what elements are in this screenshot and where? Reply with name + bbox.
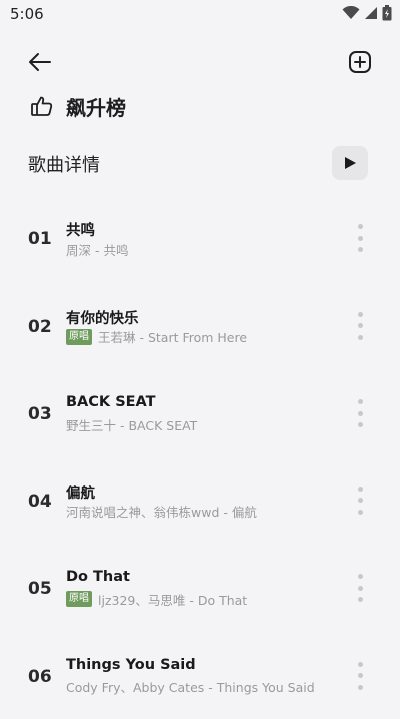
song-subtitle: 原唱 王若琳 - Start From Here [66,328,247,346]
song-row[interactable]: 03 BACK SEAT 野生三十 - BACK SEAT [0,369,400,457]
song-artist-album: 野生三十 - BACK SEAT [66,415,197,434]
song-row[interactable]: 02 有你的快乐 原唱 王若琳 - Start From Here [0,282,400,370]
song-subtitle: 野生三十 - BACK SEAT [66,415,197,433]
song-index: 02 [28,317,52,337]
song-artist-album: ljz329、马思唯 - Do That [98,590,247,609]
song-index: 01 [28,229,52,249]
more-dot [358,510,363,515]
song-subtitle: Cody Fry、Abby Cates - Things You Said [66,678,315,696]
more-options-button[interactable] [354,662,366,690]
more-dot [358,411,363,416]
song-title: Do That [66,569,130,585]
more-dot [358,422,363,427]
song-title: 共鸣 [66,219,95,240]
song-title: 有你的快乐 [66,307,139,328]
song-title: 偏航 [66,482,95,503]
song-subtitle: 周深 - 共鸣 [66,240,128,258]
song-index: 04 [28,492,52,512]
status-bar: 5:06 [0,0,400,28]
more-options-button[interactable] [354,312,366,340]
song-row[interactable]: 05 Do That 原唱 ljz329、马思唯 - Do That [0,544,400,632]
song-artist-album: 王若琳 - Start From Here [98,327,247,346]
more-dot [358,224,363,229]
song-row[interactable]: 06 Things You Said Cody Fry、Abby Cates -… [0,632,400,719]
more-dot [358,247,363,252]
playlist-header: 飙升榜 [30,90,126,122]
original-singer-badge: 原唱 [66,591,92,607]
thumbs-up-icon [30,94,54,118]
section-title: 歌曲详情 [28,151,100,177]
song-subtitle: 原唱 ljz329、马思唯 - Do That [66,590,247,608]
status-icons [342,5,392,21]
more-dot [358,574,363,579]
song-subtitle: 河南说唱之神、翁伟栋wwd - 偏航 [66,503,257,521]
song-row[interactable]: 04 偏航 河南说唱之神、翁伟栋wwd - 偏航 [0,457,400,545]
more-dot [358,498,363,503]
arrow-left-icon [28,52,52,72]
more-dot [358,323,363,328]
wifi-icon [342,6,360,20]
more-dot [358,673,363,678]
more-dot [358,685,363,690]
more-dot [358,487,363,492]
more-options-button[interactable] [354,487,366,515]
more-dot [358,586,363,591]
back-button[interactable] [22,46,58,78]
song-artist-album: 周深 - 共鸣 [66,240,128,259]
song-row[interactable]: 01 共鸣 周深 - 共鸣 [0,194,400,282]
add-square-icon [348,50,372,74]
more-options-button[interactable] [354,399,366,427]
more-dot [358,662,363,667]
original-singer-badge: 原唱 [66,329,92,345]
playlist-title: 飙升榜 [66,92,126,121]
more-dot [358,312,363,317]
signal-icon [364,6,378,20]
song-artist-album: 河南说唱之神、翁伟栋wwd - 偏航 [66,502,257,521]
song-index: 03 [28,404,52,424]
song-list: 01 共鸣 周深 - 共鸣 02 有你的快乐 原唱 王若琳 - Start Fr… [0,194,400,719]
more-dot [358,236,363,241]
more-dot [358,335,363,340]
more-dot [358,597,363,602]
play-all-button[interactable] [332,146,368,180]
app-bar [0,38,400,86]
song-title: BACK SEAT [66,394,156,410]
song-artist-album: Cody Fry、Abby Cates - Things You Said [66,677,315,696]
more-options-button[interactable] [354,574,366,602]
song-title: Things You Said [66,657,196,673]
more-dot [358,399,363,404]
add-to-playlist-button[interactable] [344,46,376,78]
play-icon [343,156,357,170]
battery-charging-icon [382,5,392,21]
status-time: 5:06 [10,5,44,23]
more-options-button[interactable] [354,224,366,252]
song-index: 06 [28,667,52,687]
section-header: 歌曲详情 [0,146,400,182]
song-index: 05 [28,579,52,599]
